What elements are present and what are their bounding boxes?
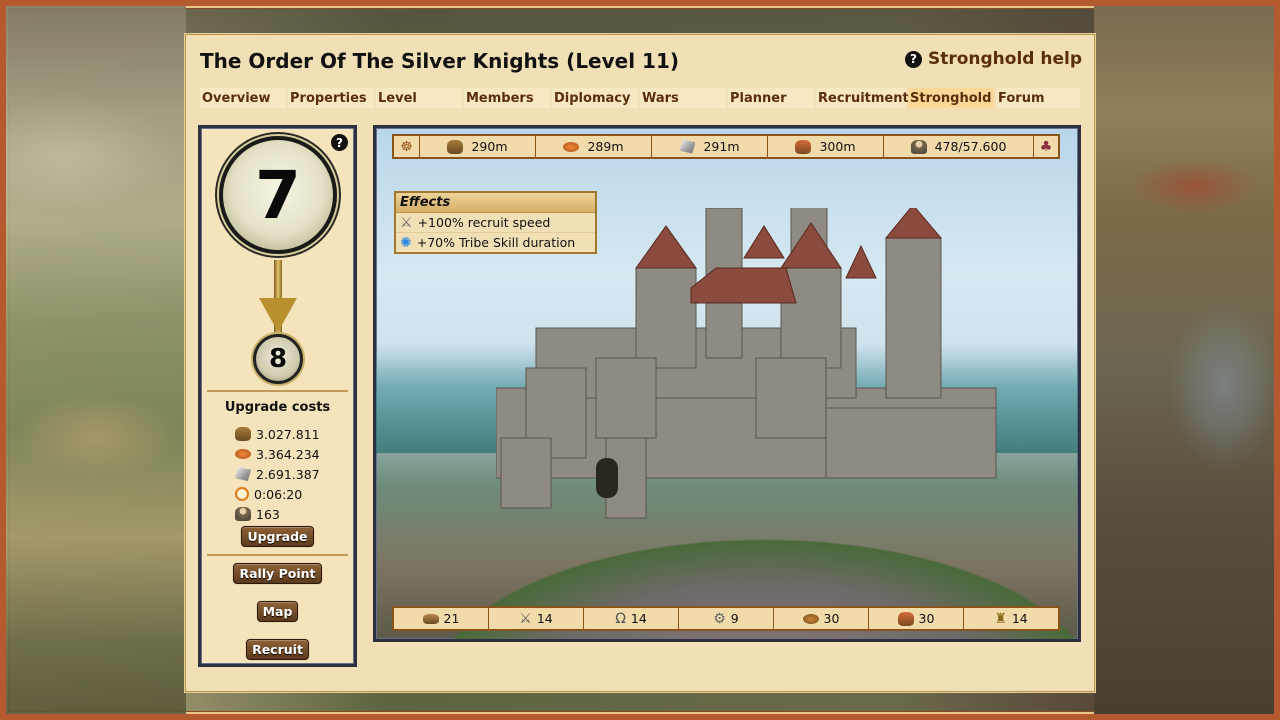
- wood-icon: [447, 139, 464, 154]
- cost-time: 0:06:20: [235, 484, 320, 504]
- cost-value: 3.364.234: [256, 446, 320, 462]
- cost-wood: 3.027.811: [235, 424, 320, 444]
- unit-storage: 30: [869, 608, 964, 629]
- medal-ornament: [259, 298, 297, 332]
- tab-planner[interactable]: Planner: [728, 88, 814, 108]
- tribe-members-button[interactable]: ♣: [1034, 136, 1058, 157]
- population-icon: [235, 507, 251, 521]
- wheel-icon: ☸: [394, 136, 420, 157]
- stronghold-level-sidebar: ? 7 8 Upgrade costs 3.027.811 3.364.234 …: [198, 125, 357, 667]
- map-button[interactable]: Map: [256, 601, 299, 622]
- clock-icon: [235, 487, 249, 501]
- tab-members[interactable]: Members: [464, 88, 550, 108]
- resource-value: 478/57.600: [934, 139, 1007, 154]
- effects-title: Effects: [396, 193, 595, 213]
- resource-clay: 289m: [536, 136, 652, 157]
- unit-towers: ♜ 14: [964, 608, 1058, 629]
- effect-text: +100% recruit speed: [417, 215, 551, 230]
- iron-icon: [235, 467, 251, 481]
- tribe-stronghold-panel: The Order Of The Silver Knights (Level 1…: [185, 34, 1095, 692]
- clay-icon: [563, 141, 580, 152]
- tab-level[interactable]: Level: [376, 88, 462, 108]
- effect-item: ✺ +70% Tribe Skill duration: [396, 233, 595, 252]
- castle-gate: [596, 458, 618, 498]
- unit-ram: 21: [394, 608, 489, 629]
- resource-bar: ☸ 290m 289m 291m 300m 478/57.600 ♣: [392, 134, 1060, 159]
- storage-icon: [795, 139, 812, 154]
- unit-count: 14: [630, 611, 647, 626]
- ram-icon: [422, 613, 439, 624]
- resource-population: 478/57.600: [884, 136, 1034, 157]
- unit-bar: 21 ⚔ 14 Ω 14 ⚙ 9 30 30 ♜ 14: [392, 606, 1060, 631]
- horseshoe-icon: Ω: [615, 610, 626, 627]
- current-level-medal: 7: [219, 136, 337, 254]
- unit-horseshoe: Ω 14: [584, 608, 679, 629]
- effects-box: Effects ⚔ +100% recruit speed ✺ +70% Tri…: [394, 191, 597, 254]
- resource-value: 291m: [703, 139, 740, 154]
- tab-wars[interactable]: Wars: [640, 88, 726, 108]
- unit-swords: ⚔ 14: [489, 608, 584, 629]
- tab-overview[interactable]: Overview: [200, 88, 286, 108]
- cost-value: 163: [256, 506, 280, 522]
- storage-icon: [897, 611, 914, 626]
- resource-wood: 290m: [420, 136, 536, 157]
- background-village-scene: [6, 6, 186, 714]
- unit-count: 30: [823, 611, 840, 626]
- stronghold-help-label: Stronghold help: [927, 49, 1082, 69]
- crossed-swords-icon: ⚔: [519, 610, 532, 627]
- tribe-members-icon: ♣: [1039, 138, 1053, 155]
- tab-stronghold[interactable]: Stronghold: [908, 88, 994, 108]
- tab-recruitment[interactable]: Recruitment: [816, 88, 909, 108]
- crossed-swords-icon: ⚔: [400, 214, 413, 231]
- cost-value: 0:06:20: [254, 486, 303, 502]
- level-help-icon[interactable]: ?: [331, 134, 348, 151]
- unit-count: 9: [730, 611, 739, 626]
- tab-diplomacy[interactable]: Diplomacy: [552, 88, 638, 108]
- tribe-tabs: Overview Properties Level Members Diplom…: [200, 88, 1080, 108]
- unit-count: 30: [918, 611, 935, 626]
- recruit-button[interactable]: Recruit: [246, 639, 309, 660]
- tab-properties[interactable]: Properties: [288, 88, 374, 108]
- stronghold-help-link[interactable]: ? Stronghold help: [904, 49, 1082, 69]
- clay-icon: [235, 449, 251, 459]
- tribe-skill-icon: ✺: [400, 234, 412, 251]
- effect-item: ⚔ +100% recruit speed: [396, 213, 595, 233]
- cost-population: 163: [235, 504, 320, 524]
- upgrade-button[interactable]: Upgrade: [241, 526, 314, 547]
- unit-gears: ⚙ 9: [679, 608, 774, 629]
- resource-value: 289m: [587, 139, 624, 154]
- resource-storage: 300m: [768, 136, 884, 157]
- effect-text: +70% Tribe Skill duration: [416, 235, 576, 250]
- towers-icon: ♜: [994, 610, 1007, 627]
- wood-icon: [235, 427, 251, 441]
- divider: [207, 390, 348, 392]
- stronghold-scene: ☸ 290m 289m 291m 300m 478/57.600 ♣ Effec…: [373, 125, 1081, 642]
- cost-value: 2.691.387: [256, 466, 320, 482]
- cost-iron: 2.691.387: [235, 464, 320, 484]
- upgrade-costs-title: Upgrade costs: [224, 400, 331, 415]
- cost-clay: 3.364.234: [235, 444, 320, 464]
- population-icon: [910, 139, 927, 154]
- unit-count: 14: [1011, 611, 1028, 626]
- resource-value: 290m: [471, 139, 508, 154]
- divider: [207, 554, 348, 556]
- page-title: The Order Of The Silver Knights (Level 1…: [200, 49, 680, 73]
- unit-count: 21: [443, 611, 460, 626]
- question-circle-icon: ?: [904, 50, 922, 68]
- gears-icon: ⚙: [713, 610, 726, 627]
- tab-forum[interactable]: Forum: [996, 88, 1080, 108]
- resource-iron: 291m: [652, 136, 768, 157]
- castle-illustration: [496, 208, 997, 519]
- background-knights-scene: [1094, 6, 1274, 714]
- rally-point-button[interactable]: Rally Point: [233, 563, 322, 584]
- resource-value: 300m: [819, 139, 856, 154]
- cost-value: 3.027.811: [256, 426, 320, 442]
- iron-icon: [679, 139, 696, 154]
- bread-icon: [802, 613, 819, 624]
- upgrade-costs-list: 3.027.811 3.364.234 2.691.387 0:06:20 16…: [235, 424, 320, 524]
- unit-count: 14: [536, 611, 553, 626]
- next-level-medal: 8: [253, 334, 303, 384]
- unit-bread: 30: [774, 608, 869, 629]
